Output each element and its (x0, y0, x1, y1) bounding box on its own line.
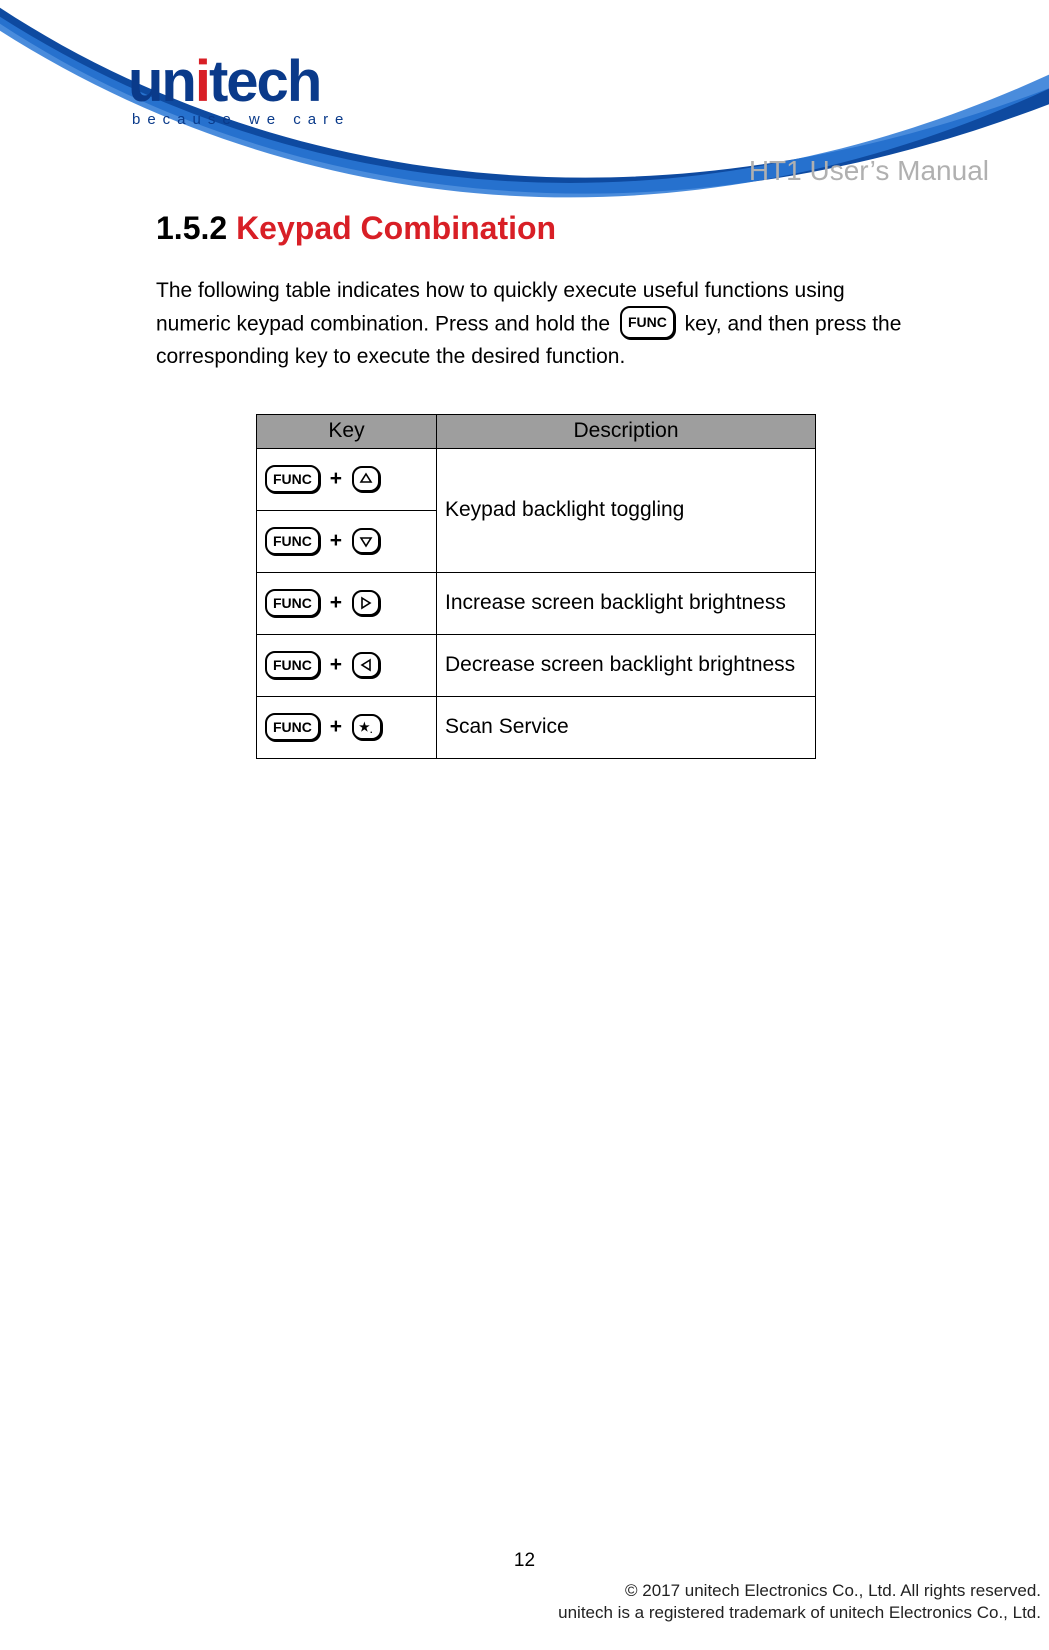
col-header-desc: Description (437, 414, 816, 448)
copyright-line-1: © 2017 unitech Electronics Co., Ltd. All… (558, 1580, 1041, 1602)
copyright-line-2: unitech is a registered trademark of uni… (558, 1602, 1041, 1624)
desc-cell: Decrease screen backlight brightness (437, 634, 816, 696)
section-number: 1.5.2 (156, 210, 227, 246)
brand-name-part1: un (128, 49, 195, 114)
arrow-right-key-icon (352, 590, 380, 616)
plus-icon: + (330, 715, 342, 738)
star-key-icon: ★. (352, 714, 382, 740)
table-row: FUNC + Increase screen backlight brightn… (257, 572, 816, 634)
func-key-icon: FUNC (265, 589, 320, 617)
footer: © 2017 unitech Electronics Co., Ltd. All… (558, 1580, 1041, 1624)
content: 1.5.2 Keypad Combination The following t… (156, 210, 916, 759)
svg-text:.: . (370, 725, 373, 735)
desc-cell: Increase screen backlight brightness (437, 572, 816, 634)
table-row: FUNC + ★. Scan Service (257, 696, 816, 758)
page-number: 12 (0, 1550, 1049, 1572)
func-key-icon: FUNC (265, 651, 320, 679)
desc-cell: Keypad backlight toggling (437, 448, 816, 572)
plus-icon: + (330, 591, 342, 614)
arrow-down-key-icon (352, 528, 380, 554)
brand-name-dot: i (195, 49, 209, 114)
plus-icon: + (330, 529, 342, 552)
table-row: FUNC + Keypad backlight toggling (257, 448, 816, 510)
keypad-combination-table: Key Description FUNC + Keypad backlight … (256, 414, 816, 759)
desc-cell: Scan Service (437, 696, 816, 758)
func-key-icon: FUNC (265, 713, 320, 741)
manual-title: HT1 User’s Manual (749, 155, 989, 187)
brand-wordmark: unitech (128, 48, 350, 115)
brand-logo: unitech because we care (128, 48, 350, 128)
page: unitech because we care HT1 User’s Manua… (0, 0, 1049, 1650)
plus-icon: + (330, 653, 342, 676)
plus-icon: + (330, 467, 342, 490)
arrow-left-key-icon (352, 652, 380, 678)
section-title: Keypad Combination (236, 210, 556, 246)
svg-text:★: ★ (359, 720, 370, 734)
section-heading: 1.5.2 Keypad Combination (156, 210, 916, 247)
func-key-icon: FUNC (265, 465, 320, 493)
brand-tagline: because we care (128, 111, 350, 128)
col-header-key: Key (257, 414, 437, 448)
arrow-up-key-icon (352, 466, 380, 492)
intro-paragraph: The following table indicates how to qui… (156, 275, 916, 374)
table-row: FUNC + Decrease screen backlight brightn… (257, 634, 816, 696)
func-key-icon: FUNC (265, 527, 320, 555)
brand-name-part2: tech (209, 49, 320, 114)
func-key-icon: FUNC (620, 306, 675, 340)
